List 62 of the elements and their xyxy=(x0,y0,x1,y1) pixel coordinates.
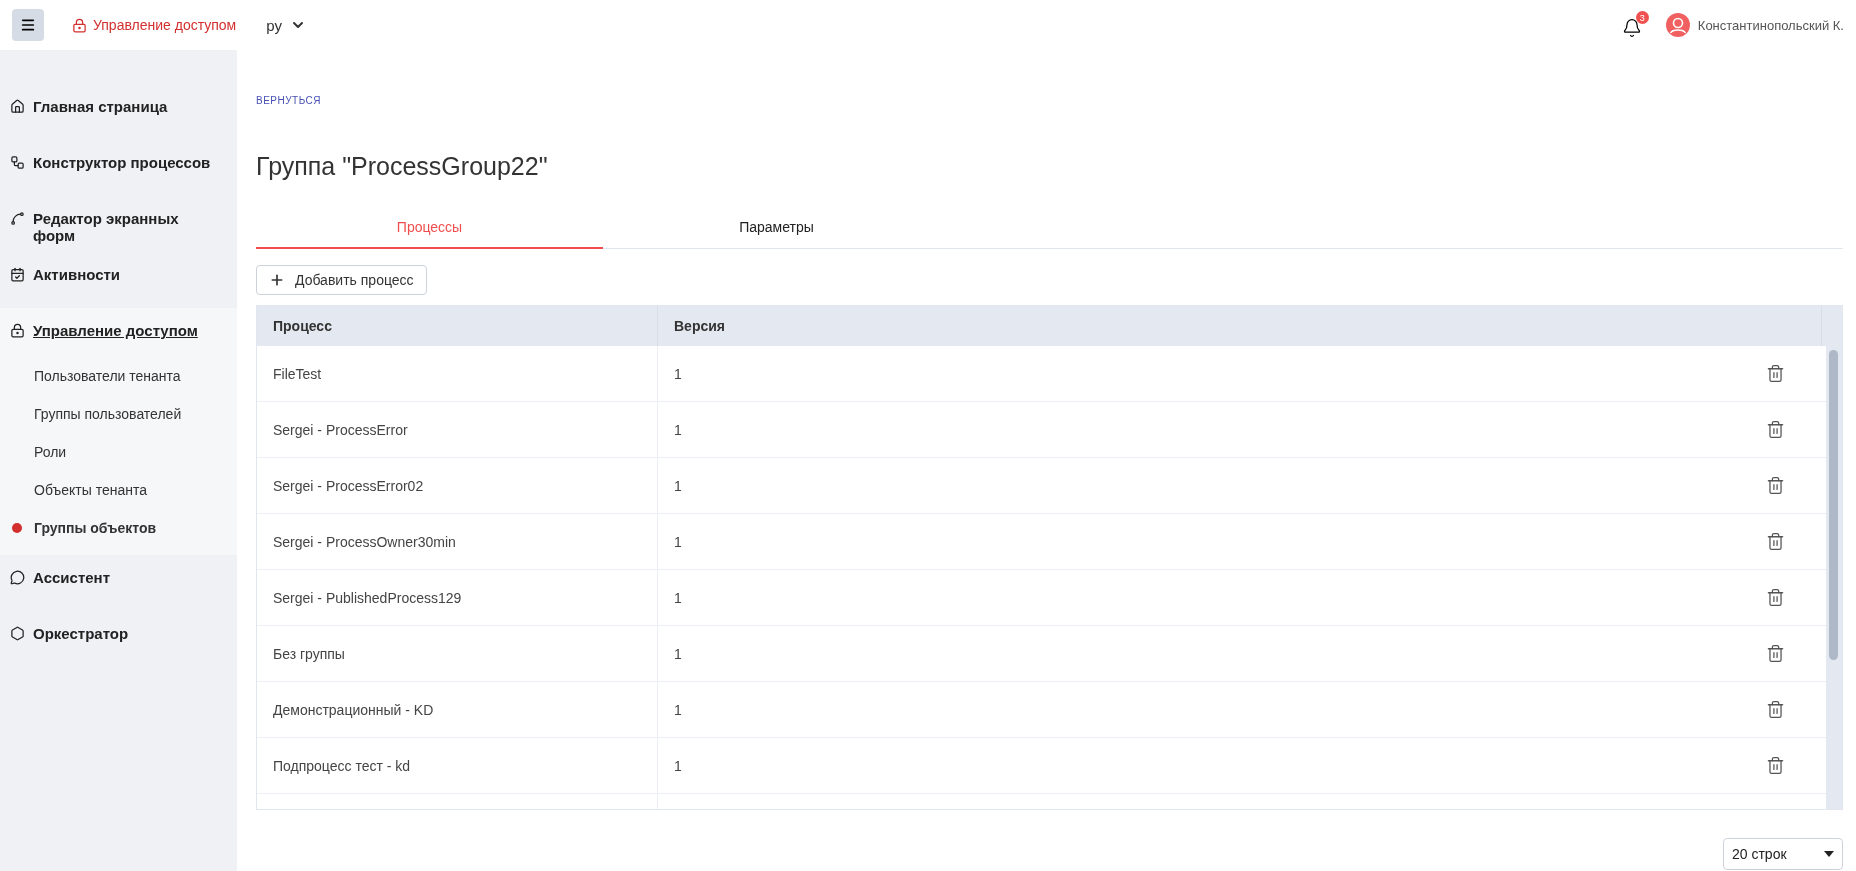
table-cell: Sergei - ProcessOwner30min xyxy=(257,514,658,569)
menu-button[interactable] xyxy=(12,9,44,41)
sidebar-item[interactable]: Ассистент xyxy=(0,555,237,611)
user-name: Константинопольский К. xyxy=(1697,17,1844,33)
scrollbar-thumb[interactable] xyxy=(1829,350,1838,660)
table-cell-text: 1 xyxy=(673,420,683,440)
calendar-check-icon xyxy=(10,267,25,282)
table-cell: Sergei - ProcessError02 xyxy=(257,458,658,513)
home-icon xyxy=(10,99,25,114)
trash-icon xyxy=(1766,700,1785,719)
lock-icon xyxy=(10,323,25,338)
trash-icon xyxy=(1766,532,1785,551)
tab[interactable]: Параметры xyxy=(603,207,950,249)
table-cell-text: 1 xyxy=(673,644,683,664)
add-process-button[interactable]: Добавить процесс xyxy=(256,265,427,295)
table-cell: Sergei - PublishedProcess129 xyxy=(257,570,658,625)
avatar-icon xyxy=(1665,13,1690,37)
trash-icon xyxy=(1766,364,1785,383)
caret-down-icon xyxy=(1824,851,1834,857)
tab[interactable]: Процессы xyxy=(256,207,603,249)
sidebar-subitem[interactable]: Роли xyxy=(0,433,237,471)
table-cell-text: 1 xyxy=(673,476,683,496)
sidebar-item[interactable]: Главная страница xyxy=(0,84,237,140)
sidebar-item[interactable]: Управление доступом xyxy=(0,322,237,339)
table-cell-text: 1 xyxy=(673,700,683,720)
sidebar-subitem[interactable]: Группы объектов xyxy=(0,509,237,547)
sidebar-item[interactable]: Конструктор процессов xyxy=(0,140,237,196)
trash-icon xyxy=(1766,588,1785,607)
menu-icon xyxy=(20,17,36,33)
table-cell-text: 1 xyxy=(673,756,683,776)
sidebar-subitem[interactable]: Объекты тенанта xyxy=(0,471,237,509)
hexagon-icon xyxy=(10,626,25,641)
table-cell: Подпроцесс тест - kd xyxy=(257,738,658,793)
sidebar-item[interactable]: Активности xyxy=(0,252,237,308)
lock-icon xyxy=(72,17,87,33)
table-cell: Sergei - ProcessError xyxy=(257,402,658,457)
table-cell-text: 1 xyxy=(673,364,683,384)
table-cell-text: 1 xyxy=(673,532,683,552)
trash-icon xyxy=(1766,756,1785,775)
trash-icon xyxy=(1766,420,1785,439)
table-cell: Без группы xyxy=(257,626,658,681)
table-cell-text: 1 xyxy=(673,588,683,608)
bell-icon xyxy=(1621,18,1642,38)
sidebar-item[interactable]: Оркестратор xyxy=(0,611,237,667)
notification-badge: 3 xyxy=(1635,11,1649,24)
plus-icon xyxy=(269,272,285,288)
sidebar-subitem[interactable]: Группы пользователей xyxy=(0,395,237,433)
app-title-link[interactable]: Управление доступом xyxy=(72,17,237,33)
curve-icon xyxy=(10,211,25,226)
trash-icon xyxy=(1766,644,1785,663)
page-title: Группа "ProcessGroup22" xyxy=(256,152,549,181)
trash-icon xyxy=(1766,476,1785,495)
notifications-button[interactable]: 3 xyxy=(1619,10,1650,40)
sidebar-item[interactable]: Редактор экранных форм xyxy=(0,196,237,252)
sidebar-subitem[interactable]: Пользователи тенанта xyxy=(0,357,237,395)
table-cell: FileTest xyxy=(257,346,658,401)
nodes-icon xyxy=(10,155,25,170)
chat-bubble-icon xyxy=(10,570,25,585)
back-link[interactable]: ВЕРНУТЬСЯ xyxy=(256,95,321,106)
language-selector[interactable]: ру xyxy=(266,16,306,34)
table-cell: Демонстрационный - KD xyxy=(257,682,658,737)
page-size-select[interactable]: 20 строк xyxy=(1723,838,1843,870)
